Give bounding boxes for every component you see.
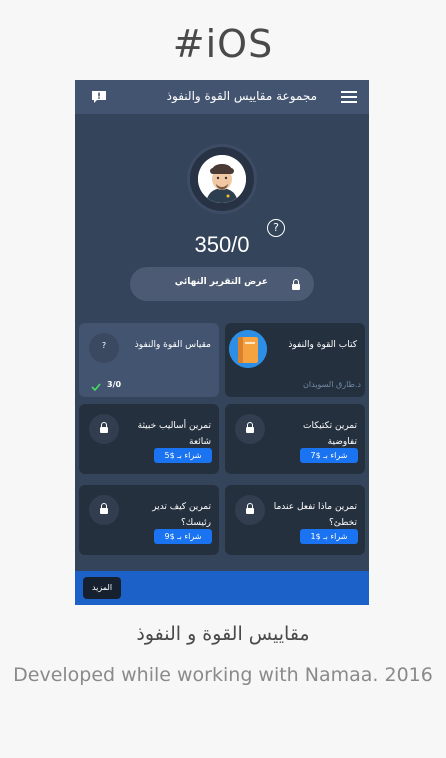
bottom-bar: المزيد [75, 571, 369, 605]
buy-button[interactable]: شراء بـ $1 [300, 529, 358, 544]
exercise-card[interactable]: تمرين تكتيكات تفاوضية شراء بـ $7 [225, 404, 365, 474]
final-report-button[interactable]: عرض التقرير النهائي [130, 267, 314, 301]
lock-icon [100, 422, 108, 434]
buy-button[interactable]: شراء بـ $9 [154, 529, 212, 544]
lock-icon [246, 422, 254, 434]
lock-badge [235, 495, 265, 525]
lock-icon [100, 503, 108, 515]
lock-badge [89, 414, 119, 444]
book-card[interactable]: كتاب القوة والنفوذ د.طارق السويدان [225, 323, 365, 397]
phone-screen: مجموعة مقاييس القوة والنفوذ ? 350/0 عرض … [75, 80, 369, 605]
buy-button[interactable]: شراء بـ $5 [154, 448, 212, 463]
app-title: مجموعة مقاييس القوة والنفوذ [166, 89, 317, 103]
exercise-card[interactable]: تمرين أساليب خبيثة شائعة شراء بـ $5 [79, 404, 219, 474]
top-bar: مجموعة مقاييس القوة والنفوذ [75, 80, 369, 114]
exercise-card[interactable]: تمرين كيف تدير رئيسك؟ شراء بـ $9 [79, 485, 219, 555]
card-title: تمرين ماذا تفعل عندما تخطئ؟ [273, 502, 357, 528]
feedback-icon[interactable] [91, 89, 107, 103]
description-caption: Developed while working with Namaa. 2016 [13, 664, 433, 686]
score-value: 350/0 [194, 232, 250, 257]
checkmark-icon [91, 383, 101, 391]
lock-badge [235, 414, 265, 444]
card-title: تمرين كيف تدير رئيسك؟ [152, 502, 211, 528]
lock-icon [292, 279, 300, 291]
platform-title: #iOS [172, 22, 274, 66]
avatar-image [198, 155, 246, 203]
app-name-caption: مقاييس القوة و النفوذ [136, 623, 310, 645]
card-title: مقياس القوة والنفوذ [134, 340, 211, 350]
buy-button[interactable]: شراء بـ $7 [300, 448, 358, 463]
lock-icon [246, 503, 254, 515]
exercise-card[interactable]: تمرين ماذا تفعل عندما تخطئ؟ شراء بـ $1 [225, 485, 365, 555]
lock-badge [89, 495, 119, 525]
card-title: كتاب القوة والنفوذ [288, 340, 357, 350]
book-cover-icon [229, 330, 267, 368]
card-title: تمرين تكتيكات تفاوضية [303, 421, 357, 447]
progress-count: 3/0 [107, 380, 122, 389]
final-report-label: عرض التقرير النهائي [174, 277, 268, 287]
book-author: د.طارق السويدان [303, 380, 361, 389]
menu-icon[interactable] [341, 91, 357, 103]
more-button[interactable]: المزيد [83, 577, 121, 599]
card-title: تمرين أساليب خبيثة شائعة [137, 421, 211, 447]
measure-card[interactable]: ? مقياس القوة والنفوذ 3/0 [79, 323, 219, 397]
question-icon: ? [89, 333, 119, 363]
avatar [187, 144, 257, 214]
